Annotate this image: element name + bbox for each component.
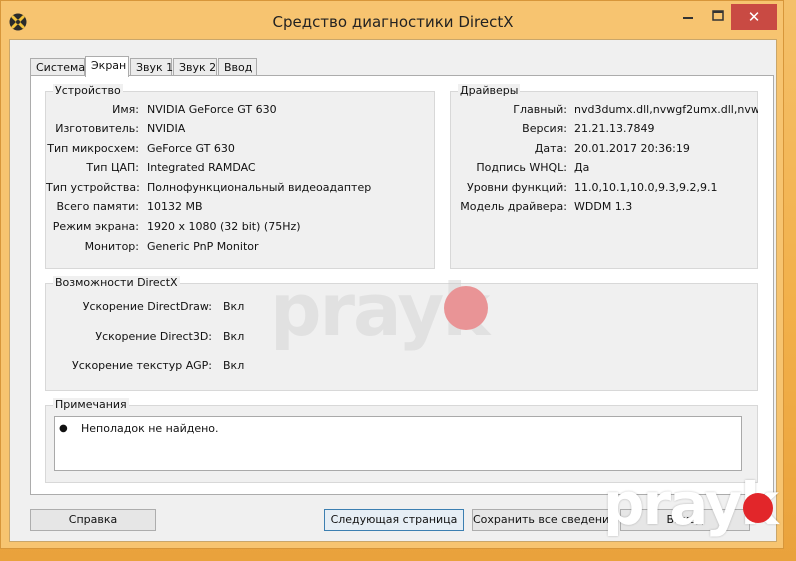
directdraw-label: Ускорение DirectDraw: [82, 300, 212, 313]
next-page-button[interactable]: Следующая страница [324, 509, 464, 531]
feature-levels-label: Уровни функций: [467, 181, 567, 194]
driver-date-label: Дата: [534, 142, 567, 155]
watermark-dot-icon [444, 286, 488, 330]
tab-sound-2[interactable]: Звук 2 [173, 58, 217, 76]
agp-label: Ускорение текстур AGP: [72, 359, 212, 372]
tab-sound-1[interactable]: Звук 1 [130, 58, 174, 76]
chip-type-value: GeForce GT 630 [147, 142, 235, 155]
display-mode-value: 1920 x 1080 (32 bit) (75Hz) [147, 220, 301, 233]
bullet-icon: ● [59, 423, 68, 434]
device-group: Устройство Имя: NVIDIA GeForce GT 630 Из… [45, 84, 435, 269]
driver-date-value: 20.01.2017 20:36:19 [574, 142, 690, 155]
notes-textbox[interactable]: ● Неполадок не найдено. [54, 416, 742, 471]
corner-watermark-dot-icon [743, 493, 773, 523]
main-driver-label: Главный: [513, 103, 567, 116]
monitor-value: Generic PnP Monitor [147, 240, 259, 253]
device-name-label: Имя: [112, 103, 139, 116]
tab-input[interactable]: Ввод [218, 58, 257, 76]
drivers-group-title: Драйверы [458, 84, 521, 97]
notes-group-title: Примечания [53, 398, 129, 411]
maximize-icon [712, 10, 724, 21]
whql-value: Да [574, 161, 590, 174]
tab-label: Экран [91, 59, 127, 72]
center-watermark-logo: prayk [270, 258, 500, 368]
device-group-title: Устройство [53, 84, 123, 97]
direct3d-value: Вкл [223, 330, 245, 343]
driver-model-value: WDDM 1.3 [574, 200, 633, 213]
agp-value: Вкл [223, 359, 245, 372]
directx-features-title: Возможности DirectX [53, 276, 180, 289]
total-memory-label: Всего памяти: [56, 200, 139, 213]
drivers-group: Драйверы Главный: nvd3dumx.dll,nvwgf2umx… [450, 84, 758, 269]
tab-display[interactable]: Экран [85, 56, 129, 77]
tab-label: Звук 2 [179, 61, 217, 74]
main-driver-value: nvd3dumx.dll,nvwgf2umx.dll,nvwgf2 [574, 103, 758, 116]
directdraw-value: Вкл [223, 300, 245, 313]
feature-levels-value: 11.0,10.1,10.0,9.3,9.2,9.1 [574, 181, 718, 194]
device-type-label: Тип устройства: [46, 181, 140, 194]
device-type-value: Полнофункциональный видеоадаптер [147, 181, 372, 194]
window-title: Средство диагностики DirectX [272, 13, 514, 31]
tab-label: Ввод [224, 61, 253, 74]
manufacturer-value: NVIDIA [147, 122, 186, 135]
corner-watermark-logo: prayk [603, 470, 793, 550]
close-button[interactable]: ✕ [731, 4, 777, 30]
minimize-icon [683, 17, 693, 19]
monitor-label: Монитор: [84, 240, 139, 253]
note-item: Неполадок не найдено. [81, 422, 219, 435]
dac-type-label: Тип ЦАП: [86, 161, 139, 174]
maximize-button[interactable] [706, 4, 730, 28]
tab-label: Система [36, 61, 86, 74]
minimize-button[interactable] [676, 4, 700, 28]
tab-label: Звук 1 [136, 61, 174, 74]
driver-version-value: 21.21.13.7849 [574, 122, 655, 135]
chip-type-label: Тип микросхем: [47, 142, 139, 155]
manufacturer-label: Изготовитель: [55, 122, 139, 135]
close-icon: ✕ [747, 8, 761, 26]
whql-label: Подпись WHQL: [476, 161, 567, 174]
direct3d-label: Ускорение Direct3D: [95, 330, 212, 343]
tab-system[interactable]: Система [30, 58, 85, 76]
display-mode-label: Режим экрана: [52, 220, 139, 233]
device-name-value: NVIDIA GeForce GT 630 [147, 103, 277, 116]
total-memory-value: 10132 MB [147, 200, 203, 213]
title-bar[interactable]: Средство диагностики DirectX ✕ [1, 1, 785, 39]
dac-type-value: Integrated RAMDAC [147, 161, 256, 174]
driver-model-label: Модель драйвера: [460, 200, 567, 213]
save-all-button[interactable]: Сохранить все сведения... [472, 509, 612, 531]
help-button[interactable]: Справка [30, 509, 156, 531]
driver-version-label: Версия: [522, 122, 567, 135]
